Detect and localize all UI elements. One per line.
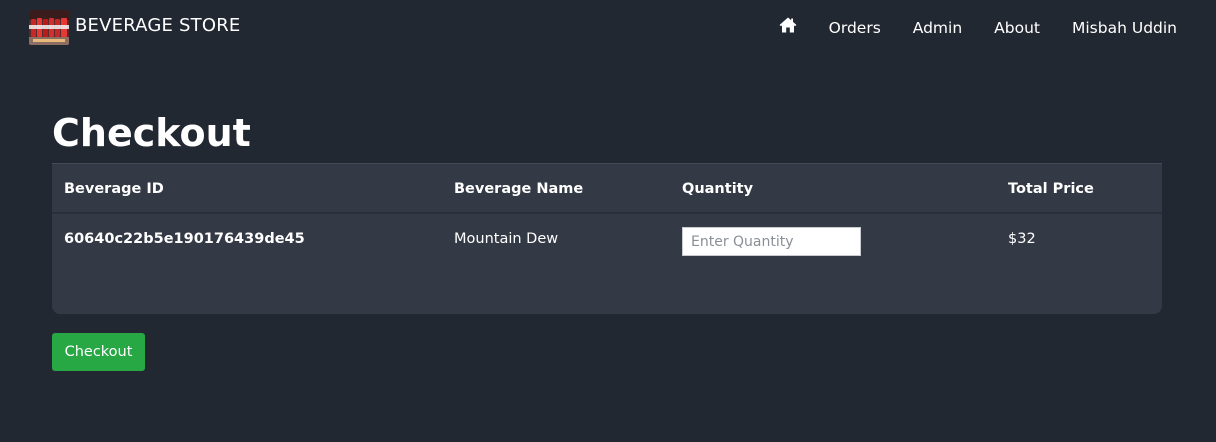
checkout-button[interactable]: Checkout — [52, 333, 145, 371]
home-icon — [779, 17, 797, 39]
cell-beverage-id: 60640c22b5e190176439de45 — [64, 231, 305, 247]
quantity-input[interactable] — [682, 227, 861, 256]
nav-about-link[interactable]: About — [994, 17, 1040, 39]
cell-total-price: $32 — [1008, 231, 1036, 247]
beverage-store-logo-icon — [29, 10, 69, 45]
nav-orders-link[interactable]: Orders — [829, 17, 881, 39]
brand-link[interactable]: BEVERAGE STORE — [29, 10, 241, 45]
nav-admin-link[interactable]: Admin — [913, 17, 962, 39]
brand-name: BEVERAGE STORE — [75, 14, 241, 36]
navbar: BEVERAGE STORE Orders Admin About Misbah… — [0, 0, 1216, 56]
nav-user-link[interactable]: Misbah Uddin — [1072, 17, 1177, 39]
nav-links: Orders Admin About Misbah Uddin — [779, 17, 1177, 39]
page-title: Checkout — [52, 111, 251, 155]
header-beverage-id: Beverage ID — [64, 181, 164, 197]
cell-beverage-name: Mountain Dew — [454, 231, 559, 247]
nav-home-link[interactable] — [779, 17, 797, 39]
header-beverage-name: Beverage Name — [454, 181, 584, 197]
header-quantity: Quantity — [682, 181, 754, 197]
header-total-price: Total Price — [1008, 181, 1094, 197]
checkout-table: Beverage ID Beverage Name Quantity Total… — [52, 163, 1162, 314]
table-header-divider — [52, 212, 1162, 214]
